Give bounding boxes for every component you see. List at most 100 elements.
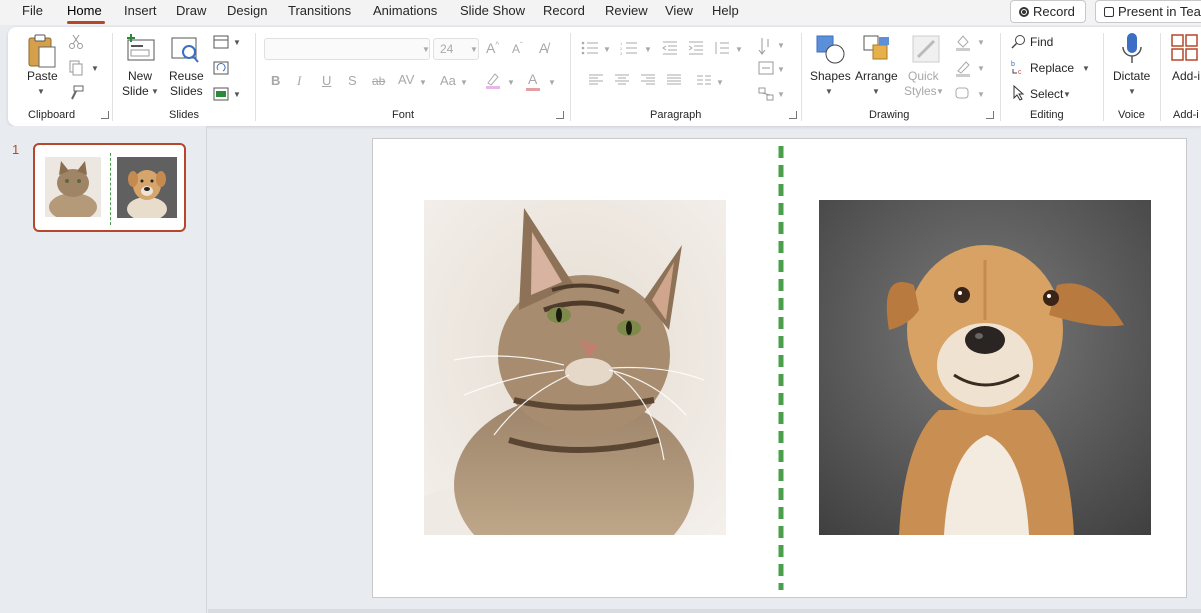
text-direction-icon[interactable] xyxy=(758,37,772,55)
shape-outline-chevron-icon[interactable]: ▼ xyxy=(977,64,985,73)
reuse-slides-label-2[interactable]: Slides xyxy=(170,84,203,99)
italic-icon[interactable]: I xyxy=(297,73,301,89)
paragraph-launcher-icon[interactable] xyxy=(789,111,797,119)
decrease-indent-icon[interactable] xyxy=(662,41,678,55)
shape-effects-icon[interactable] xyxy=(954,85,972,101)
slide-thumbnail[interactable] xyxy=(33,143,186,232)
bold-icon[interactable]: B xyxy=(271,73,280,88)
shapes-label[interactable]: Shapes xyxy=(810,69,851,84)
section-icon[interactable] xyxy=(213,87,229,101)
replace-chevron-icon[interactable]: ▼ xyxy=(1082,64,1090,73)
highlight-icon[interactable] xyxy=(484,71,502,89)
shapes-chevron-icon[interactable]: ▼ xyxy=(825,87,833,96)
layout-icon[interactable] xyxy=(213,35,229,49)
paste-label[interactable]: Paste xyxy=(27,69,58,84)
tab-review[interactable]: Review xyxy=(605,3,648,18)
bottom-scrollbar-track[interactable] xyxy=(208,609,1201,613)
numbering-icon[interactable]: 123 xyxy=(620,41,638,55)
font-size-chevron-icon[interactable]: ▼ xyxy=(470,45,478,54)
section-chevron-icon[interactable]: ▼ xyxy=(233,90,241,99)
tab-home[interactable]: Home xyxy=(67,3,102,18)
tab-help[interactable]: Help xyxy=(712,3,739,18)
smartart-icon[interactable] xyxy=(758,87,774,101)
cat-photo[interactable] xyxy=(424,200,726,535)
add-ins-button-label[interactable]: Add-i xyxy=(1172,69,1200,84)
text-direction-chevron-icon[interactable]: ▼ xyxy=(777,41,785,50)
new-slide-label-2[interactable]: Slide xyxy=(122,84,149,99)
columns-icon[interactable] xyxy=(696,74,712,86)
bullets-chevron-icon[interactable]: ▼ xyxy=(603,45,611,54)
smartart-chevron-icon[interactable]: ▼ xyxy=(777,90,785,99)
tab-insert[interactable]: Insert xyxy=(124,3,157,18)
strikethrough-icon[interactable]: ab xyxy=(372,74,385,88)
tab-record[interactable]: Record xyxy=(543,3,585,18)
find-label[interactable]: Find xyxy=(1030,35,1053,49)
reset-slide-icon[interactable] xyxy=(213,61,229,75)
shape-outline-icon[interactable] xyxy=(954,59,972,77)
dictate-chevron-icon[interactable]: ▼ xyxy=(1128,87,1136,96)
shape-effects-chevron-icon[interactable]: ▼ xyxy=(977,90,985,99)
font-name-combo[interactable] xyxy=(264,38,430,60)
tab-design[interactable]: Design xyxy=(227,3,267,18)
arrange-label[interactable]: Arrange xyxy=(855,69,898,84)
align-center-icon[interactable] xyxy=(614,74,630,86)
new-slide-chevron-icon[interactable]: ▼ xyxy=(151,87,159,96)
cut-icon[interactable] xyxy=(68,34,84,50)
align-text-icon[interactable] xyxy=(758,61,774,75)
shape-fill-icon[interactable] xyxy=(954,33,972,51)
tab-view[interactable]: View xyxy=(665,3,693,18)
bullets-icon[interactable] xyxy=(581,41,599,55)
character-spacing-icon[interactable]: AV xyxy=(398,72,414,87)
arrange-chevron-icon[interactable]: ▼ xyxy=(872,87,880,96)
layout-chevron-icon[interactable]: ▼ xyxy=(233,38,241,47)
clear-formatting-icon[interactable]: A̸ xyxy=(539,40,548,56)
paste-dropdown-chevron-icon[interactable]: ▼ xyxy=(37,87,45,96)
font-launcher-icon[interactable] xyxy=(556,111,564,119)
font-color-chevron-icon[interactable]: ▼ xyxy=(548,78,556,87)
copy-dropdown-chevron-icon[interactable]: ▼ xyxy=(91,64,99,73)
green-dashed-divider[interactable] xyxy=(777,146,785,590)
align-right-icon[interactable] xyxy=(640,74,656,86)
line-spacing-icon[interactable] xyxy=(714,41,730,55)
tab-transitions[interactable]: Transitions xyxy=(288,3,351,18)
replace-label[interactable]: Replace xyxy=(1030,61,1074,75)
character-spacing-chevron-icon[interactable]: ▼ xyxy=(419,78,427,87)
present-in-teams-button[interactable]: Present in Tea xyxy=(1095,0,1201,23)
format-painter-icon[interactable] xyxy=(68,85,84,101)
text-shadow-icon[interactable]: S xyxy=(348,73,357,88)
font-color-icon[interactable]: A xyxy=(528,71,537,87)
select-chevron-icon[interactable]: ▼ xyxy=(1063,90,1071,99)
change-case-chevron-icon[interactable]: ▼ xyxy=(460,78,468,87)
drawing-launcher-icon[interactable] xyxy=(986,111,994,119)
new-slide-label-1[interactable]: New xyxy=(128,69,152,84)
font-name-chevron-icon[interactable]: ▼ xyxy=(422,45,430,54)
highlight-chevron-icon[interactable]: ▼ xyxy=(507,78,515,87)
slide-canvas[interactable] xyxy=(372,138,1187,598)
tab-animations[interactable]: Animations xyxy=(373,3,437,18)
align-left-icon[interactable] xyxy=(588,74,604,86)
shape-fill-chevron-icon[interactable]: ▼ xyxy=(977,38,985,47)
tab-draw[interactable]: Draw xyxy=(176,3,206,18)
dog-photo[interactable] xyxy=(819,200,1151,535)
columns-chevron-icon[interactable]: ▼ xyxy=(716,78,724,87)
increase-indent-icon[interactable] xyxy=(688,41,704,55)
quick-styles-label-2[interactable]: Styles xyxy=(904,84,937,99)
record-button[interactable]: Record xyxy=(1010,0,1086,23)
quick-styles-label-1[interactable]: Quick xyxy=(908,69,939,84)
clipboard-launcher-icon[interactable] xyxy=(101,111,109,119)
underline-icon[interactable]: U xyxy=(322,73,331,88)
line-spacing-chevron-icon[interactable]: ▼ xyxy=(735,45,743,54)
quick-styles-chevron-icon[interactable]: ▼ xyxy=(936,87,944,96)
change-case-icon[interactable]: Aa xyxy=(440,73,456,88)
copy-icon[interactable] xyxy=(68,60,84,76)
grow-font-icon[interactable]: A^ xyxy=(486,40,499,56)
shrink-font-icon[interactable]: Aˇ xyxy=(512,41,523,56)
reuse-slides-label-1[interactable]: Reuse xyxy=(169,69,204,84)
dictate-label[interactable]: Dictate xyxy=(1113,69,1150,84)
numbering-chevron-icon[interactable]: ▼ xyxy=(644,45,652,54)
tab-slide-show[interactable]: Slide Show xyxy=(460,3,525,18)
select-label[interactable]: Select xyxy=(1030,87,1063,101)
tab-file[interactable]: File xyxy=(22,3,43,18)
justify-icon[interactable] xyxy=(666,74,682,86)
align-text-chevron-icon[interactable]: ▼ xyxy=(777,65,785,74)
